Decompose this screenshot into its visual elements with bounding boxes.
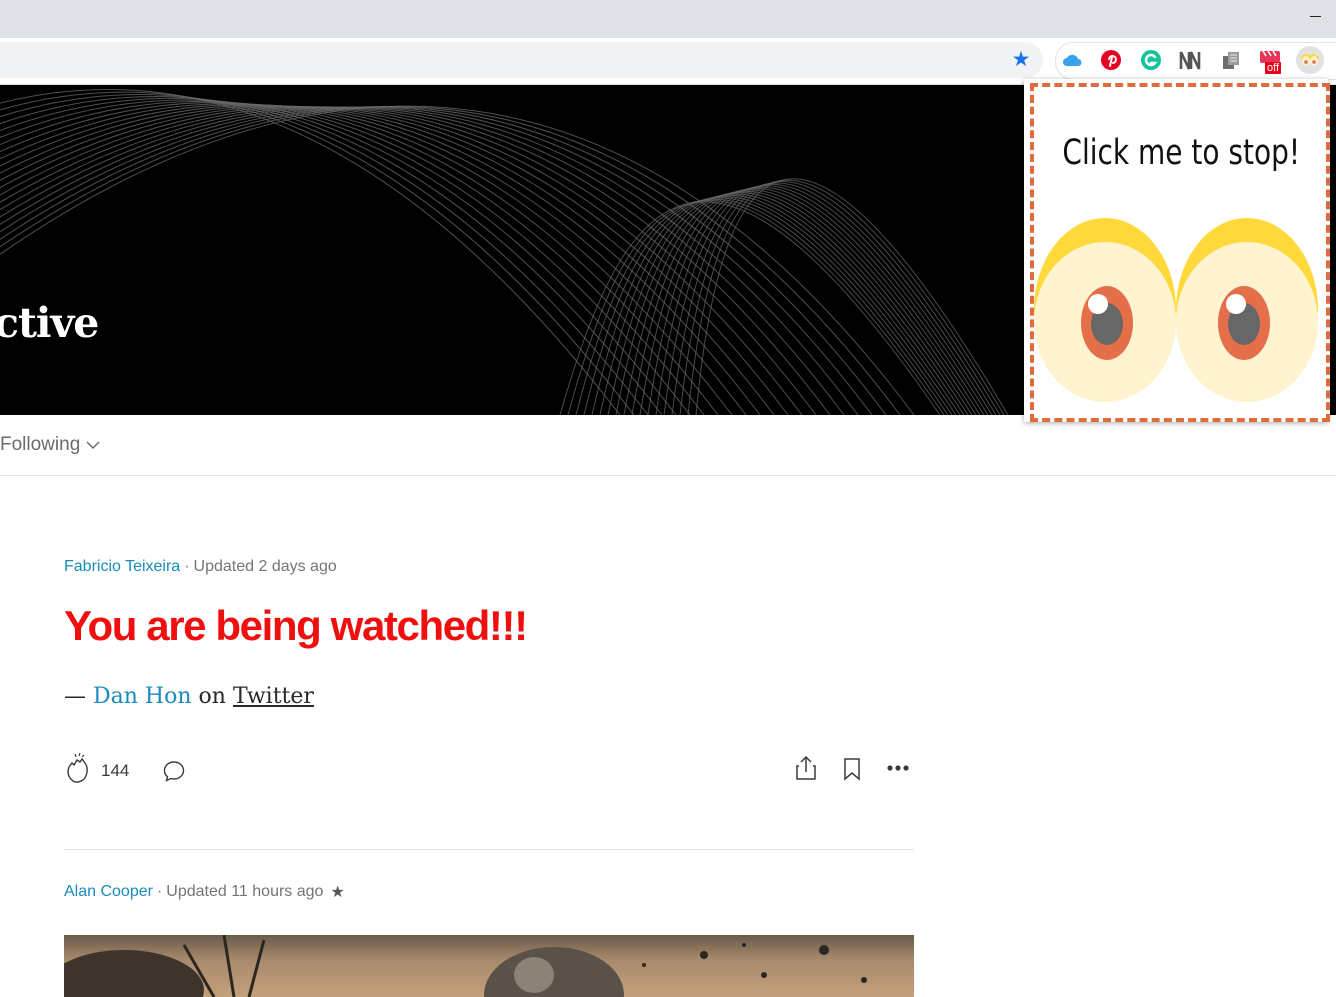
icloud-icon[interactable] [1060, 48, 1084, 72]
nav-divider [0, 475, 1336, 476]
more-options-icon[interactable] [884, 756, 912, 780]
bookmark-star-icon[interactable]: ★ [1010, 49, 1032, 71]
post-meta: Alan Cooper · Updated 11 hours ago ★ [64, 882, 345, 902]
address-bar[interactable] [0, 42, 1043, 78]
popup-title[interactable]: Click me to stop! [1062, 128, 1300, 178]
quote-dash: — [64, 684, 86, 709]
video-off-icon[interactable]: off [1258, 48, 1282, 74]
post-divider [64, 849, 914, 850]
browser-title-bar [0, 0, 1336, 38]
pinterest-icon[interactable] [1099, 48, 1123, 72]
post-quote: — Dan Hon on Twitter [64, 682, 314, 712]
watching-eyes[interactable] [1034, 212, 1318, 406]
comment-icon[interactable] [161, 758, 187, 784]
bookmark-icon[interactable] [840, 756, 864, 782]
post-title[interactable]: You are being watched!!! [64, 600, 528, 652]
post-meta: Fabricio Teixeira · Updated 2 days ago [64, 558, 337, 576]
off-badge: off [1265, 62, 1282, 74]
post-image[interactable] [64, 935, 914, 997]
following-dropdown[interactable]: Following [0, 432, 100, 458]
notion-icon[interactable] [1178, 48, 1202, 72]
updated-time: Updated 11 hours ago [166, 883, 324, 900]
publication-name: ctive [0, 299, 99, 347]
meta-separator: · [184, 558, 190, 575]
following-label: Following [0, 434, 81, 455]
author-link[interactable]: Fabricio Teixeira [64, 558, 180, 576]
share-icon[interactable] [793, 755, 819, 781]
left-eye [1034, 218, 1176, 402]
meta-separator: · [156, 883, 163, 900]
right-eye [1176, 218, 1318, 402]
minimize-button[interactable] [1308, 6, 1322, 26]
clap-count: 144 [101, 761, 130, 780]
author-link[interactable]: Alan Cooper [64, 883, 153, 901]
updated-time: Updated 2 days ago [193, 558, 337, 575]
clap-icon[interactable] [62, 752, 96, 786]
star-icon: ★ [330, 884, 345, 901]
copy-icon[interactable] [1219, 48, 1243, 72]
quote-on: on [198, 684, 226, 709]
grammarly-icon[interactable] [1139, 48, 1163, 72]
quote-author-link[interactable]: Dan Hon [93, 684, 192, 709]
chevron-down-icon [86, 440, 100, 449]
eyes-extension-icon[interactable] [1296, 46, 1324, 74]
twitter-link[interactable]: Twitter [233, 684, 314, 709]
post-image-scene [64, 935, 867, 997]
